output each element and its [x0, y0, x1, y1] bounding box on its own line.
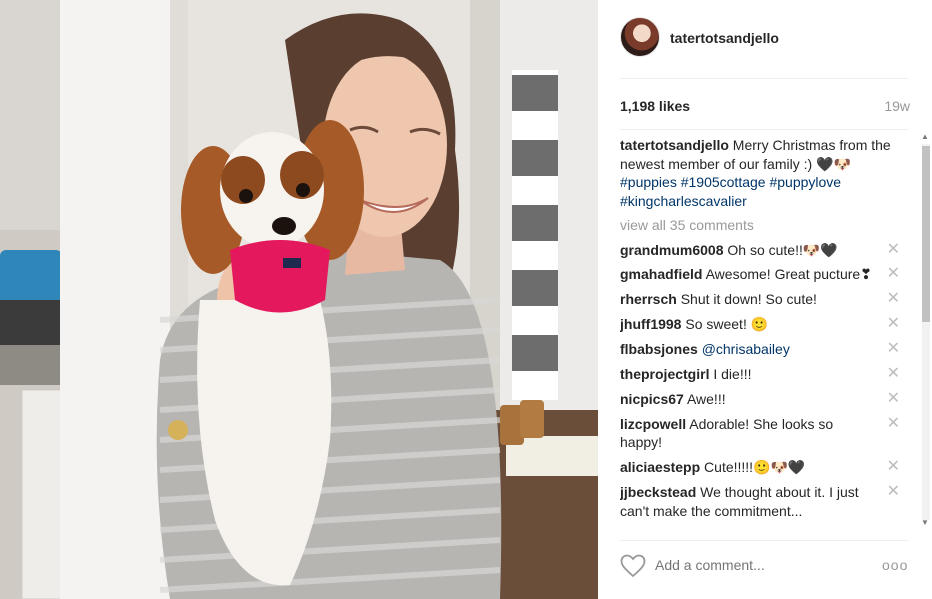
likes-divider — [620, 129, 908, 130]
close-icon[interactable]: ✕ — [887, 365, 900, 383]
comment: lizcpowell Adorable! She looks so happy!… — [620, 415, 900, 452]
comment-text: Shut it down! So cute! — [676, 291, 817, 308]
comment-bar: ooo — [598, 540, 932, 599]
avatar[interactable] — [620, 17, 660, 57]
comment-text: Awe!!! — [683, 390, 726, 407]
comment-text: So sweet! 🙂 — [681, 316, 769, 333]
comment-username[interactable]: lizcpowell — [620, 416, 686, 432]
photo-illustration — [0, 0, 598, 599]
add-comment-input[interactable] — [655, 557, 865, 573]
comment: grandmum6008 Oh so cute!!🐶🖤 ✕ — [620, 241, 900, 260]
post-header: tatertotsandjello — [598, 0, 932, 78]
comment-text: Oh so cute!!🐶🖤 — [723, 241, 838, 258]
hashtag[interactable]: #puppylove — [769, 174, 841, 190]
comment-username[interactable]: nicpics67 — [620, 391, 684, 407]
comment: nicpics67 Awe!!! ✕ — [620, 390, 900, 409]
scroll-up-arrow-icon[interactable]: ▲ — [921, 132, 929, 141]
comment-username[interactable]: gmahadfield — [620, 266, 702, 282]
likes-count[interactable]: 1,198 likes — [620, 98, 690, 114]
comment: flbabsjones @chrisabailey ✕ — [620, 340, 900, 359]
scroll-down-arrow-icon[interactable]: ▼ — [921, 518, 929, 527]
view-all-comments-link[interactable]: view all 35 comments — [620, 216, 900, 235]
comment: gmahadfield Awesome! Great pucture❣ ✕ — [620, 265, 900, 284]
comment-username[interactable]: aliciaestepp — [620, 459, 700, 475]
close-icon[interactable]: ✕ — [887, 415, 900, 433]
hashtag[interactable]: #1905cottage — [681, 174, 766, 190]
comment-username[interactable]: jjbeckstead — [620, 484, 696, 500]
comment: jjbeckstead We thought about it. I just … — [620, 483, 900, 520]
close-icon[interactable]: ✕ — [887, 241, 900, 259]
close-icon[interactable]: ✕ — [887, 390, 900, 408]
heart-outline-icon[interactable] — [620, 554, 646, 578]
close-icon[interactable]: ✕ — [887, 458, 900, 476]
comment: aliciaestepp Cute!!!!!🙂🐶🖤 ✕ — [620, 458, 900, 477]
header-username[interactable]: tatertotsandjello — [670, 30, 779, 46]
hashtag[interactable]: #puppies — [620, 174, 677, 190]
header-divider — [620, 78, 908, 79]
close-icon[interactable]: ✕ — [887, 340, 900, 358]
comment-username[interactable]: flbabsjones — [620, 341, 698, 357]
comment-text: Awesome! Great pucture❣ — [702, 266, 872, 283]
scrollbar-thumb[interactable] — [922, 146, 930, 322]
comments-scrollbar[interactable]: ▲ ▼ — [920, 132, 930, 532]
close-icon[interactable]: ✕ — [887, 290, 900, 308]
striped-curtain — [512, 70, 558, 400]
comment: rherrsch Shut it down! So cute! ✕ — [620, 290, 900, 309]
close-icon[interactable]: ✕ — [887, 315, 900, 333]
more-options-icon[interactable]: ooo — [882, 557, 908, 573]
close-icon[interactable]: ✕ — [887, 265, 900, 283]
post-details-panel: tatertotsandjello 1,198 likes 19w tatert… — [598, 0, 932, 599]
comment-username[interactable]: jhuff1998 — [620, 316, 681, 332]
caption-username[interactable]: tatertotsandjello — [620, 137, 729, 153]
close-icon[interactable]: ✕ — [887, 483, 900, 501]
comment-username[interactable]: grandmum6008 — [620, 242, 723, 258]
caption: tatertotsandjello Merry Christmas from t… — [620, 136, 900, 210]
likes-row: 1,198 likes 19w — [620, 98, 910, 116]
comment-mention[interactable]: @chrisabailey — [702, 341, 790, 357]
comment-text: I die!!! — [709, 365, 752, 382]
comment: jhuff1998 So sweet! 🙂 ✕ — [620, 315, 900, 334]
post-age[interactable]: 19w — [884, 98, 910, 114]
comment-username[interactable]: rherrsch — [620, 291, 677, 307]
comment-username[interactable]: theprojectgirl — [620, 366, 709, 382]
hashtag[interactable]: #kingcharlescavalier — [620, 193, 747, 209]
comment-text: Cute!!!!!🙂🐶🖤 — [700, 459, 806, 476]
comment: theprojectgirl I die!!! ✕ — [620, 365, 900, 384]
comments-list[interactable]: tatertotsandjello Merry Christmas from t… — [620, 136, 900, 532]
post-photo[interactable] — [0, 0, 598, 599]
